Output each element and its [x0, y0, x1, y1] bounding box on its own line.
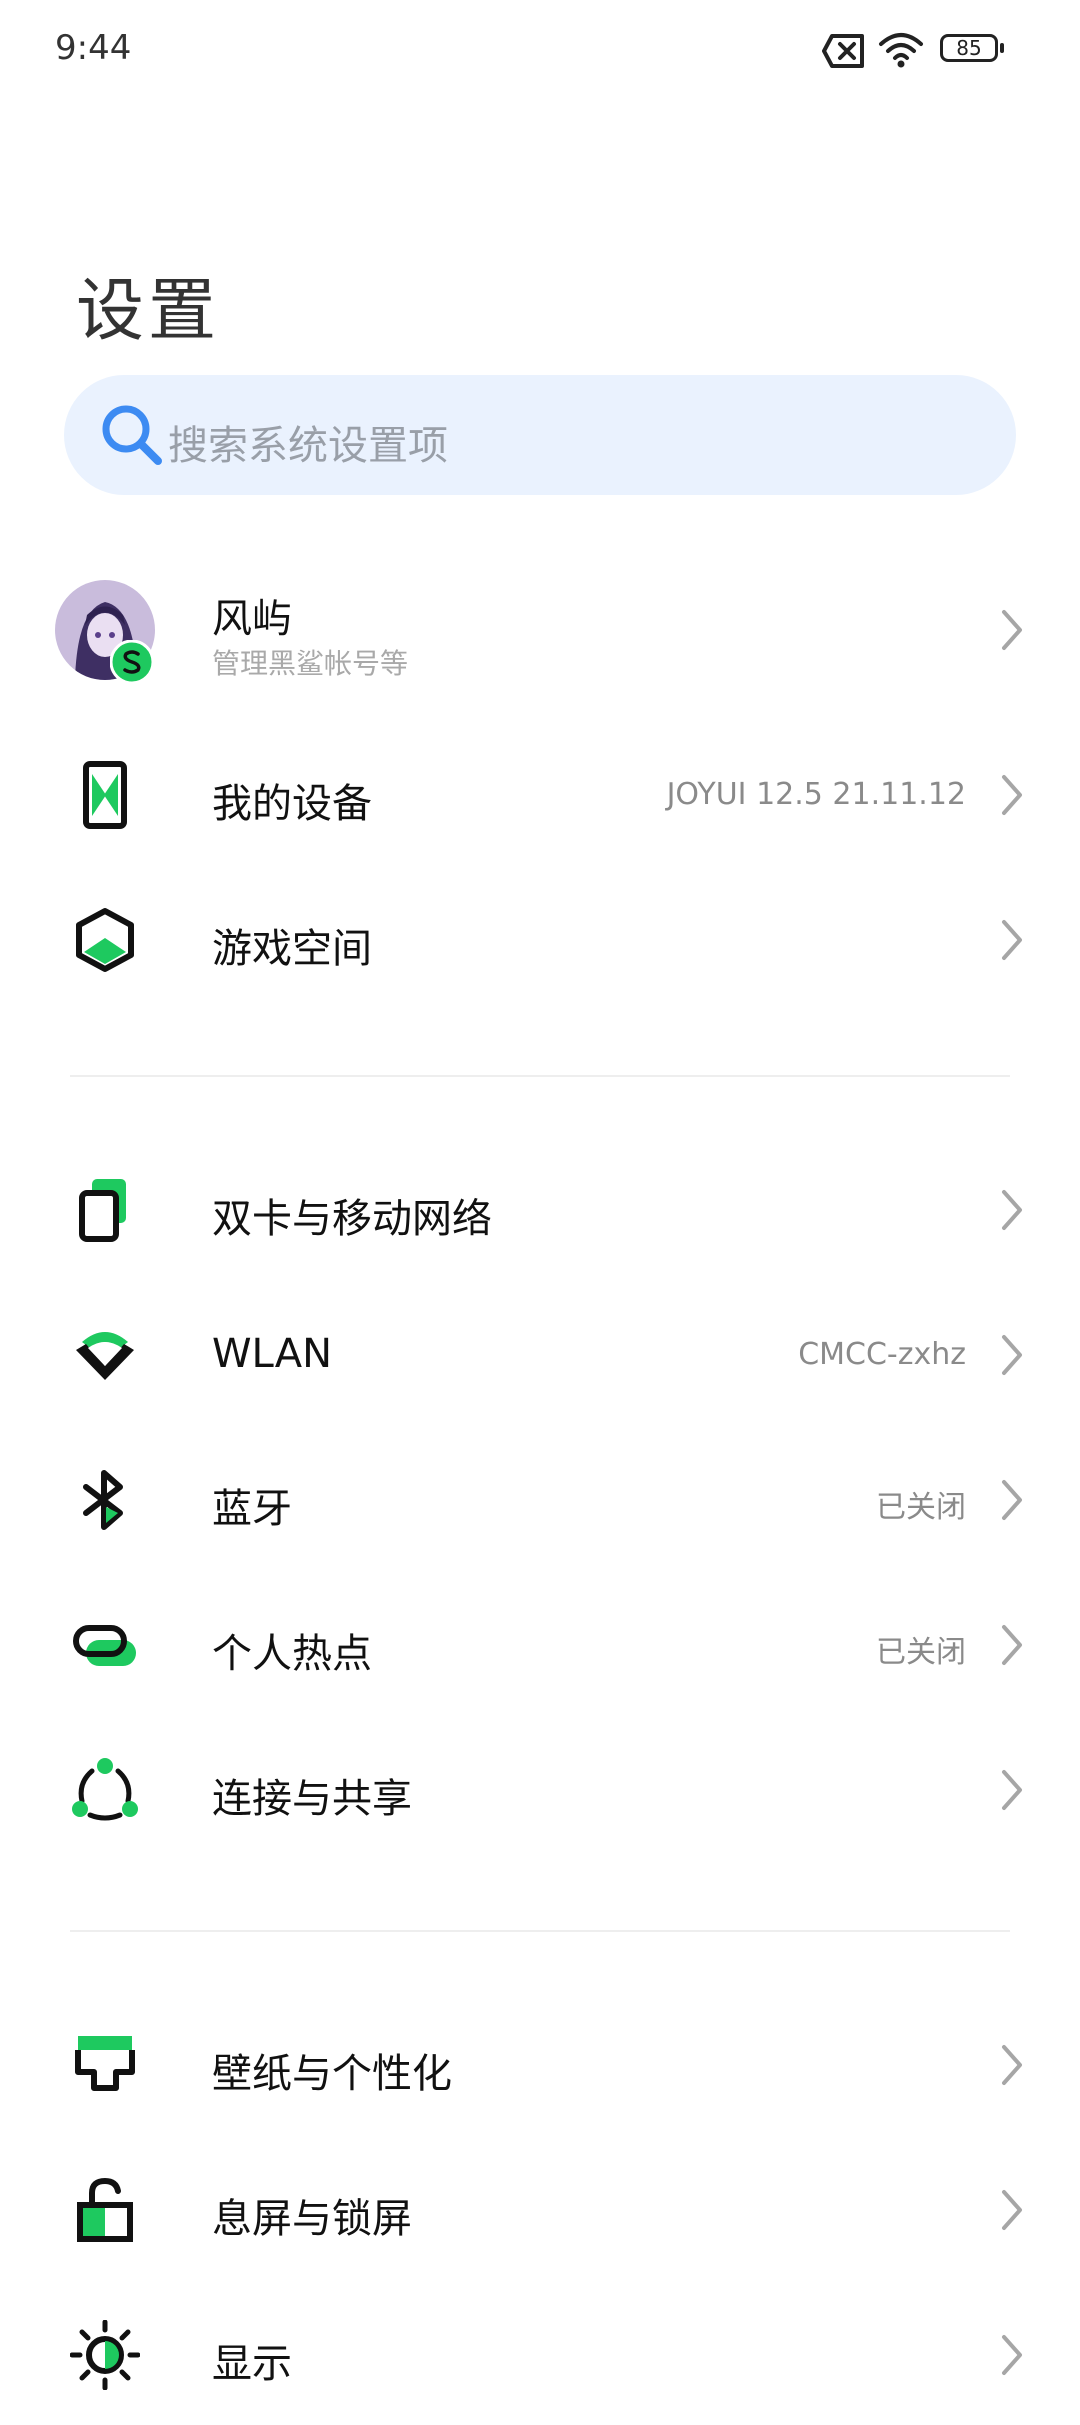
hotspot-icon [73, 1625, 136, 1666]
chevron-right-icon [1002, 2045, 1022, 2085]
item-label: 个人热点 [212, 1631, 372, 1677]
chevron-right-icon [1002, 2335, 1022, 2375]
settings-item-sim-network[interactable]: 双卡与移动网络 [0, 1140, 1080, 1280]
page-title: 设置 [76, 272, 221, 351]
item-value: 已关闭 [876, 1635, 966, 1670]
profile-row[interactable]: 风屿 管理黑鲨帐号等 [0, 560, 1080, 700]
battery-level: 85 [956, 36, 982, 60]
item-label: 我的设备 [212, 781, 372, 827]
search-placeholder: 搜索系统设置项 [168, 423, 448, 469]
bluetooth-icon [83, 1470, 123, 1530]
game-space-icon [76, 908, 134, 972]
item-label: 显示 [212, 2341, 292, 2387]
chevron-right-icon [1002, 1625, 1022, 1665]
item-label: 双卡与移动网络 [212, 1196, 492, 1242]
status-icons: 85 [822, 30, 1022, 74]
item-label: 蓝牙 [212, 1486, 292, 1532]
profile-subtitle: 管理黑鲨帐号等 [212, 647, 409, 680]
item-value: CMCC-zxhz [798, 1337, 966, 1372]
battery-icon: 85 [940, 34, 1004, 64]
sim-error-icon [822, 34, 864, 68]
item-label: 游戏空间 [212, 926, 372, 972]
lock-icon [77, 2177, 133, 2242]
settings-item-bluetooth[interactable]: 蓝牙 已关闭 [0, 1430, 1080, 1570]
search-bar[interactable]: 搜索系统设置项 [64, 375, 1016, 495]
item-label: 息屏与锁屏 [212, 2196, 412, 2242]
phone-device-icon [83, 761, 127, 829]
item-value: JOYUI 12.5 21.11.12 [666, 777, 966, 812]
settings-item-hotspot[interactable]: 个人热点 已关闭 [0, 1575, 1080, 1715]
wifi-icon [879, 33, 923, 68]
settings-item-game-space[interactable]: 游戏空间 [0, 870, 1080, 1010]
chevron-right-icon [1002, 1335, 1022, 1375]
item-label: WLAN [212, 1331, 333, 1377]
settings-item-lock-screen[interactable]: 息屏与锁屏 [0, 2140, 1080, 2280]
wallpaper-icon [75, 2036, 135, 2091]
share-icon [72, 1758, 138, 1821]
profile-name: 风屿 [212, 596, 292, 642]
search-icon [102, 405, 162, 465]
status-time: 9:44 [55, 28, 132, 68]
account-badge-icon [110, 640, 154, 684]
chevron-right-icon [1002, 1770, 1022, 1810]
divider [70, 1930, 1010, 1932]
sim-card-icon [79, 1179, 126, 1242]
chevron-right-icon [1002, 2190, 1022, 2230]
settings-item-wallpaper[interactable]: 壁纸与个性化 [0, 1995, 1080, 2135]
settings-item-display[interactable]: 显示 [0, 2285, 1080, 2425]
settings-item-connect-share[interactable]: 连接与共享 [0, 1720, 1080, 1860]
chevron-right-icon [1002, 920, 1022, 960]
status-bar: 9:44 85 [0, 0, 1080, 100]
settings-item-wlan[interactable]: WLAN CMCC-zxhz [0, 1285, 1080, 1425]
chevron-right-icon [1002, 775, 1022, 815]
item-label: 连接与共享 [212, 1776, 412, 1822]
divider [70, 1075, 1010, 1077]
item-label: 壁纸与个性化 [212, 2051, 452, 2097]
display-icon [70, 2320, 140, 2390]
wlan-icon [76, 1332, 134, 1380]
chevron-right-icon [1002, 1190, 1022, 1230]
settings-item-my-device[interactable]: 我的设备 JOYUI 12.5 21.11.12 [0, 725, 1080, 865]
chevron-right-icon [1002, 1480, 1022, 1520]
chevron-right-icon [1002, 610, 1022, 650]
item-value: 已关闭 [876, 1490, 966, 1525]
